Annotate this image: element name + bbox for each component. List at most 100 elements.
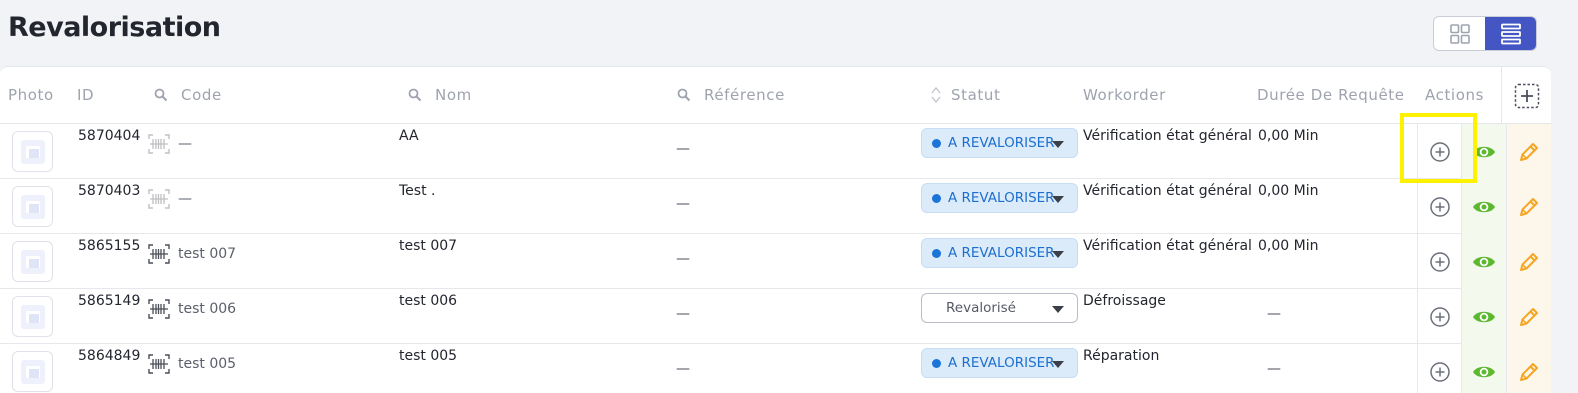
edit-button[interactable] [1507, 179, 1551, 234]
status-dot [932, 193, 941, 203]
edit-button[interactable] [1507, 124, 1551, 179]
photo-thumbnail[interactable] [12, 351, 53, 392]
status-dot [932, 358, 941, 368]
status-dot [932, 248, 941, 258]
cell-id: 5870403 [78, 183, 141, 199]
column-settings-button[interactable] [1501, 67, 1551, 124]
status-dropdown[interactable]: A REVALORISER [921, 238, 1078, 268]
cell-code-text: test 005 [178, 356, 237, 372]
edit-button[interactable] [1507, 289, 1551, 344]
cell-reference: — [676, 141, 690, 157]
cell-workorder: Défroissage [1083, 293, 1166, 309]
table-row[interactable]: 5870404 — AA — A REVALORISER Vérificatio… [0, 124, 1551, 179]
view-toggle [1433, 16, 1537, 51]
plus-circle-icon [1429, 141, 1450, 162]
photo-thumbnail[interactable] [12, 296, 53, 337]
cell-nom: test 007 [399, 238, 458, 254]
cell-code: test 005 [148, 354, 236, 374]
cell-code-text: — [178, 136, 192, 152]
table-row[interactable]: 5865155 test 007 test 007 — A REVALORISE… [0, 234, 1551, 289]
cell-code-text: test 007 [178, 246, 237, 262]
chevron-down-icon [1052, 196, 1064, 203]
add-action-button[interactable] [1417, 179, 1462, 234]
cell-workorder: Réparation [1083, 348, 1160, 364]
cell-duree: 0,00 Min [1258, 238, 1319, 254]
status-label: A REVALORISER [948, 245, 1055, 261]
plus-circle-icon [1429, 361, 1450, 382]
eye-icon [1473, 311, 1495, 322]
image-placeholder-icon [20, 249, 45, 274]
image-placeholder-icon [20, 194, 45, 219]
list-icon [1500, 23, 1521, 44]
pencil-icon [1520, 307, 1538, 326]
cell-id: 5865155 [78, 238, 141, 254]
column-header-code[interactable]: Code [154, 86, 222, 104]
photo-thumbnail[interactable] [12, 241, 53, 282]
barcode-icon [148, 244, 170, 264]
add-action-button[interactable] [1417, 124, 1462, 179]
table-row[interactable]: 5870403 — Test . — A REVALORISER Vérific… [0, 179, 1551, 234]
eye-icon [1473, 201, 1495, 212]
chevron-down-icon [1052, 361, 1064, 368]
status-dropdown[interactable]: A REVALORISER [921, 348, 1078, 378]
table-row[interactable]: 5865149 test 006 test 006 — Revalorisé D… [0, 289, 1551, 344]
column-header-duree: Durée De Requête [1257, 86, 1405, 104]
view-button[interactable] [1462, 234, 1507, 289]
cell-workorder: Vérification état général [1083, 183, 1252, 199]
pencil-icon [1520, 197, 1538, 216]
results-table: Photo ID Code Nom Référence Statut Worko… [0, 66, 1551, 393]
list-view-button[interactable] [1485, 17, 1536, 50]
status-dropdown[interactable]: A REVALORISER [921, 128, 1078, 158]
table-row[interactable]: 5864849 test 005 test 005 — A REVALORISE… [0, 344, 1551, 393]
search-icon[interactable] [677, 88, 691, 102]
view-button[interactable] [1462, 179, 1507, 234]
add-action-button[interactable] [1417, 344, 1462, 393]
image-placeholder-icon [20, 304, 45, 329]
cell-code-text: test 006 [178, 301, 237, 317]
eye-icon [1473, 146, 1495, 157]
chevron-down-icon [1052, 251, 1064, 258]
chevron-down-icon [1052, 141, 1064, 148]
cell-id: 5870404 [78, 128, 141, 144]
column-header-photo: Photo [8, 86, 54, 104]
cell-nom: test 005 [399, 348, 458, 364]
image-placeholder-icon [20, 359, 45, 384]
sort-icon[interactable] [930, 86, 942, 104]
edit-button[interactable] [1507, 234, 1551, 289]
image-placeholder-icon [20, 139, 45, 164]
barcode-icon [148, 189, 170, 209]
chevron-down-icon [1052, 306, 1064, 313]
add-column-icon [1514, 83, 1539, 108]
column-header-reference[interactable]: Référence [677, 86, 785, 104]
barcode-icon [148, 354, 170, 374]
barcode-icon [148, 134, 170, 154]
status-dropdown[interactable]: A REVALORISER [921, 183, 1078, 213]
eye-icon [1473, 256, 1495, 267]
plus-circle-icon [1429, 251, 1450, 272]
cell-nom: AA [399, 128, 419, 144]
photo-thumbnail[interactable] [12, 186, 53, 227]
search-icon[interactable] [154, 88, 168, 102]
column-header-id[interactable]: ID [77, 86, 94, 104]
cell-code: — [148, 134, 192, 154]
page-title: Revalorisation [8, 12, 221, 43]
edit-button[interactable] [1507, 344, 1551, 393]
column-header-nom[interactable]: Nom [408, 86, 472, 104]
status-dot [932, 138, 941, 148]
search-icon[interactable] [408, 88, 422, 102]
cell-code-text: — [178, 191, 192, 207]
cell-code: test 007 [148, 244, 236, 264]
view-button[interactable] [1462, 344, 1507, 393]
photo-thumbnail[interactable] [12, 131, 53, 172]
grid-view-button[interactable] [1434, 17, 1485, 50]
plus-circle-icon [1429, 306, 1450, 327]
pencil-icon [1520, 362, 1538, 381]
add-action-button[interactable] [1417, 234, 1462, 289]
view-button[interactable] [1462, 289, 1507, 344]
view-button[interactable] [1462, 124, 1507, 179]
status-dropdown[interactable]: Revalorisé [921, 293, 1078, 323]
cell-reference: — [676, 196, 690, 212]
column-header-statut[interactable]: Statut [930, 86, 1000, 104]
add-action-button[interactable] [1417, 289, 1462, 344]
cell-id: 5865149 [78, 293, 141, 309]
